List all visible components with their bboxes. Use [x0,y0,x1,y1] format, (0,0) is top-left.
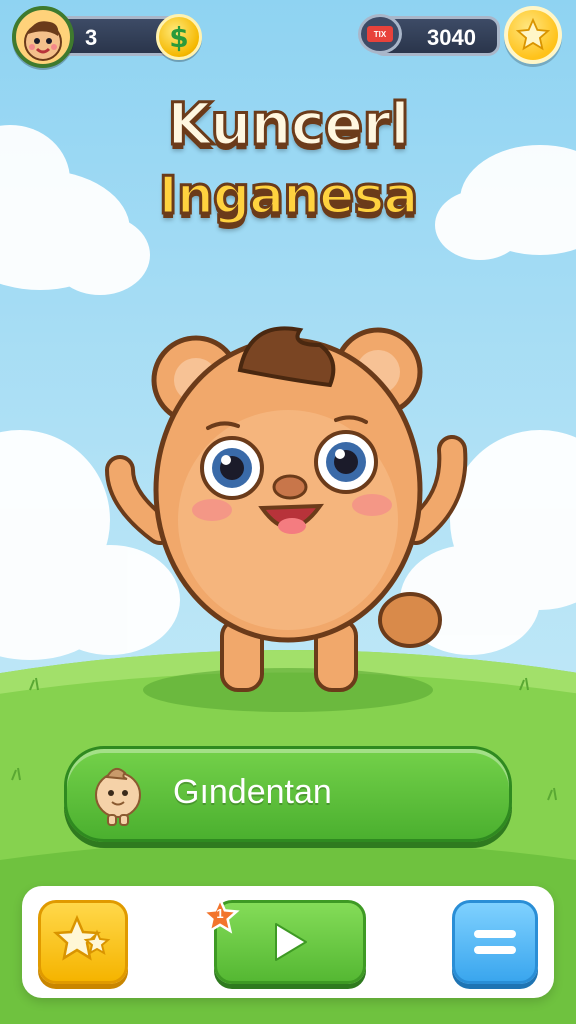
avatar-boy-icon[interactable] [12,6,74,68]
hud-right-counter: 3040 [427,25,476,50]
ticket-icon[interactable]: TIX [358,14,402,54]
game-title-line-1: Kuncerl [166,89,412,160]
coin-symbol: $ [169,20,189,54]
mascot-icon [95,767,141,826]
start-button-label: Gındentan [173,773,332,811]
menu-icon [474,930,516,954]
favorites-button[interactable] [38,900,128,984]
star-icon [52,914,111,961]
ticket-label: TIX [367,26,393,42]
play-icon [275,923,307,961]
start-button[interactable]: Gındentan [64,746,512,842]
hud-left-counter: 3 [85,25,98,50]
dollar-coin-icon[interactable]: $ [156,14,202,60]
play-badge-count: 1 [216,906,224,921]
game-scene: 3 $ 3040 TIX Kuncerl Inganesa Gındentan … [0,0,576,1024]
bottom-toolbar [22,886,554,998]
game-title-line-2: Inganesa [157,165,420,228]
star-icon[interactable] [504,6,562,64]
play-badge: 1 [200,896,240,936]
menu-button[interactable] [452,900,538,984]
